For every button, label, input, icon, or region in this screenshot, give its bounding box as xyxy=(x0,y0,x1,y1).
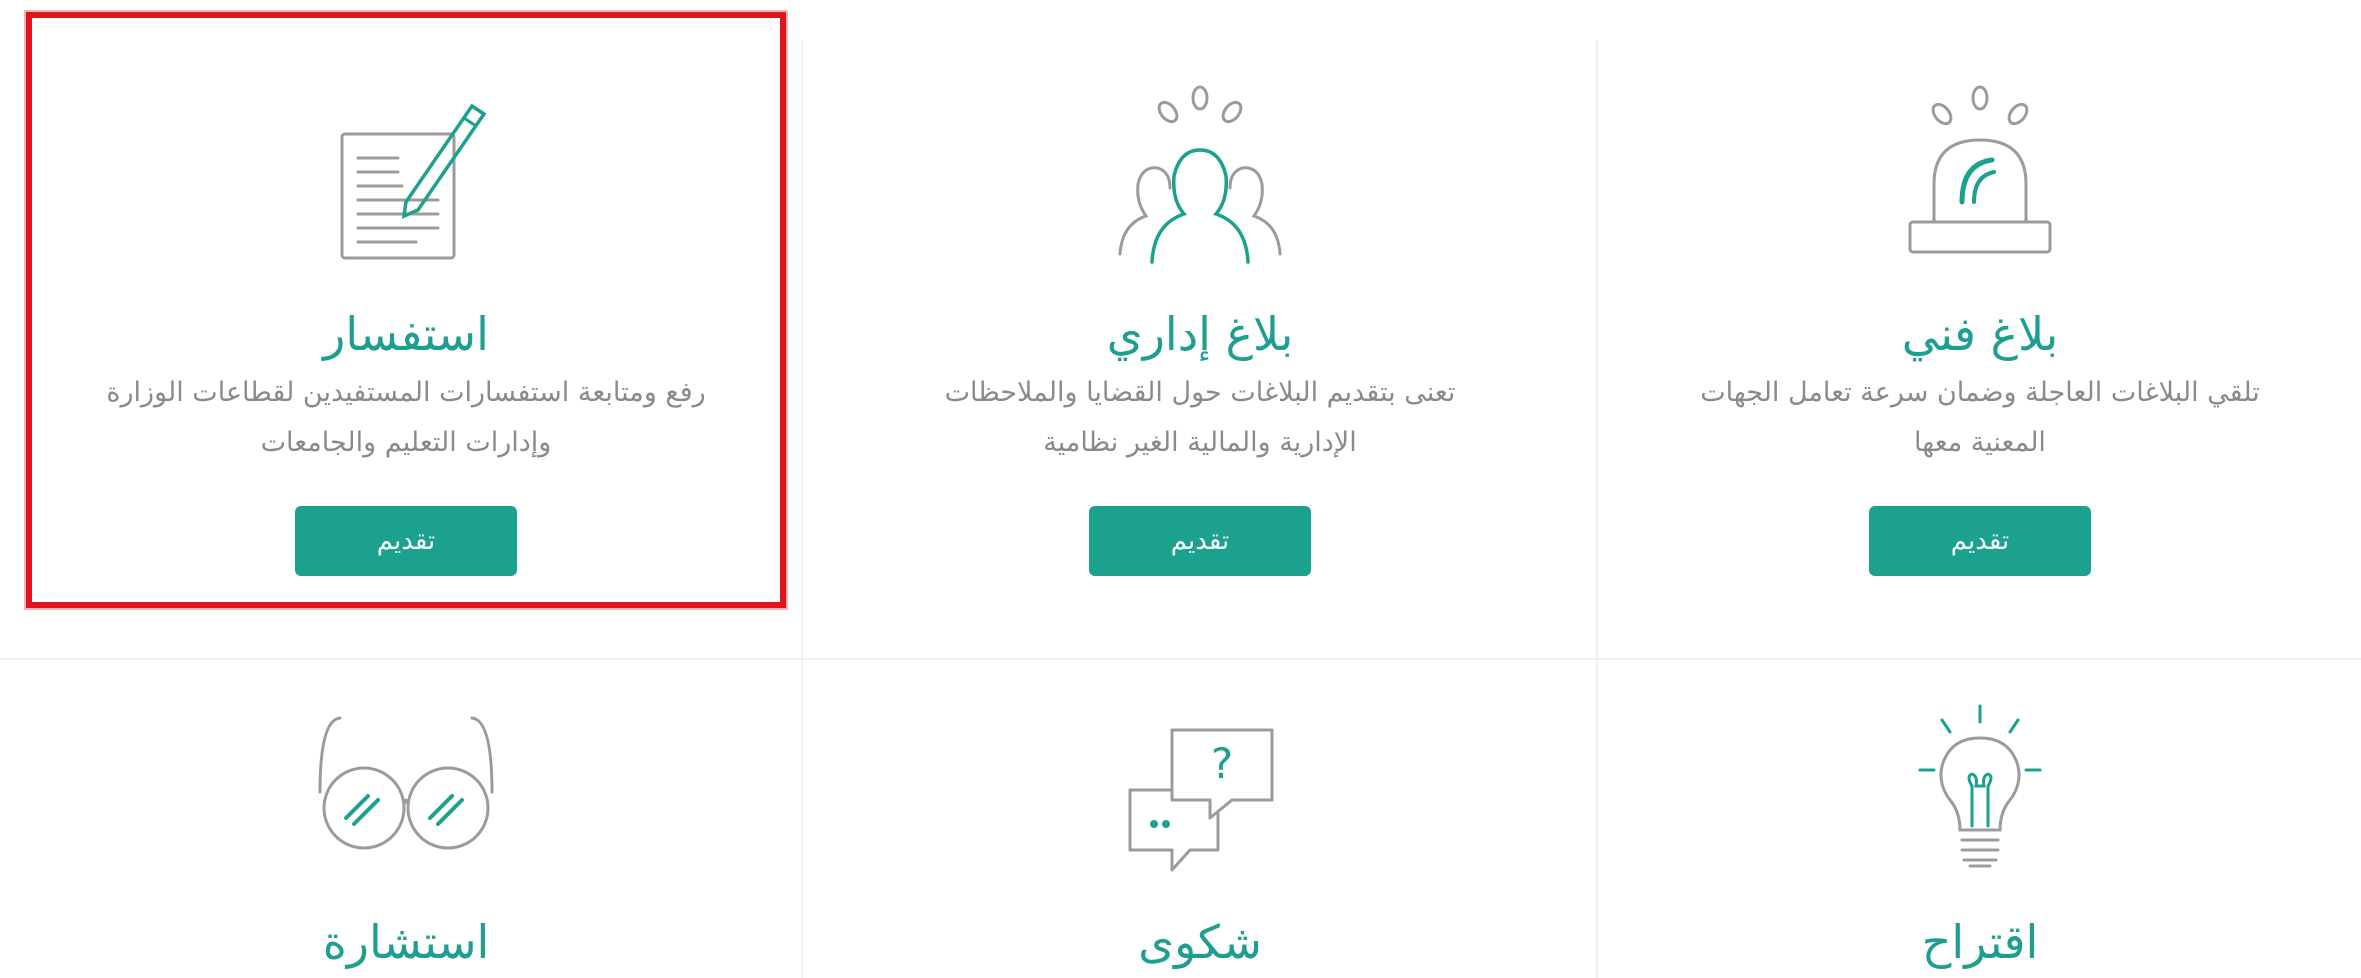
svg-text:?: ? xyxy=(1211,739,1233,788)
card-title: شكوى xyxy=(1138,915,1262,969)
card-consultation[interactable]: استشارة xyxy=(26,662,786,978)
card-inquiry[interactable]: استفسار رفع ومتابعة استفسارات المستفيدين… xyxy=(26,12,786,608)
alarm-siren-icon xyxy=(1880,84,2080,274)
card-administrative-report[interactable]: بلاغ إداري تعنى بتقديم البلاغات حول القض… xyxy=(820,12,1580,608)
lightbulb-icon xyxy=(1880,700,2080,890)
card-description: تلقي البلاغات العاجلة وضمان سرعة تعامل ا… xyxy=(1700,377,2260,458)
group-people-icon xyxy=(1100,84,1300,274)
card-technical-report[interactable]: بلاغ فني تلقي البلاغات العاجلة وضمان سرع… xyxy=(1600,12,2360,608)
card-description: تعنى بتقديم البلاغات حول القضايا والملاح… xyxy=(944,377,1456,458)
card-title: اقتراح xyxy=(1921,915,2039,969)
glasses-icon xyxy=(306,700,506,890)
card-title: استفسار xyxy=(323,307,489,361)
card-description: رفع ومتابعة استفسارات المستفيدين لقطاعات… xyxy=(106,377,706,458)
submit-button[interactable]: تقديم xyxy=(1869,506,2091,576)
card-complaint[interactable]: ? شكوى xyxy=(820,662,1580,978)
card-suggestion[interactable]: اقتراح xyxy=(1600,662,2360,978)
card-title: استشارة xyxy=(322,915,490,969)
submit-button[interactable]: تقديم xyxy=(295,506,517,576)
submit-button[interactable]: تقديم xyxy=(1089,506,1311,576)
row-divider xyxy=(0,658,2361,660)
card-title: بلاغ فني xyxy=(1901,307,2059,361)
document-pen-icon xyxy=(306,84,506,274)
column-divider xyxy=(1596,40,1598,978)
speech-bubbles-icon: ? xyxy=(1100,700,1300,890)
services-grid: بلاغ فني تلقي البلاغات العاجلة وضمان سرع… xyxy=(0,0,2361,978)
column-divider xyxy=(801,40,803,978)
card-title: بلاغ إداري xyxy=(1106,307,1294,361)
